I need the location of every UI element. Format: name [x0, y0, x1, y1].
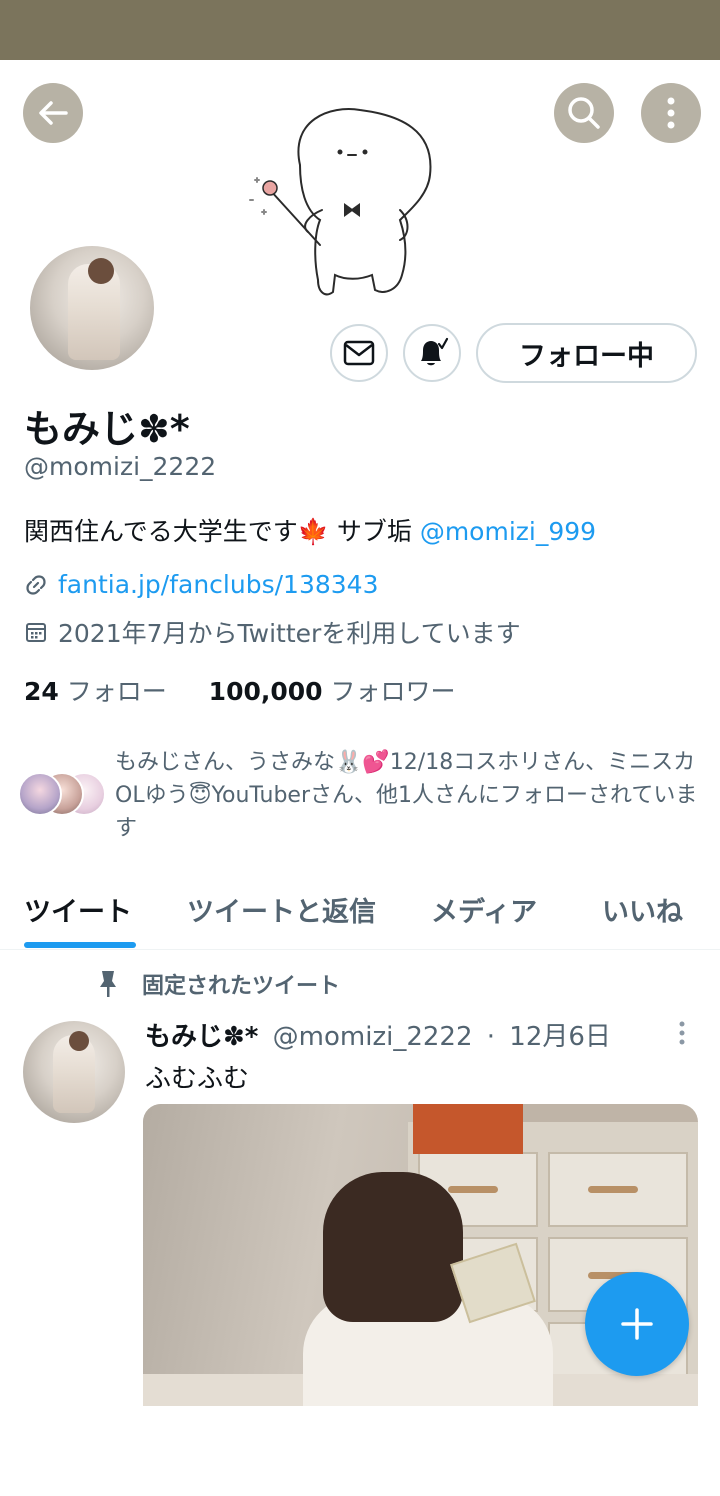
profile-bio: 関西住んでる大学生です🍁 サブ垢 @momizi_999: [24, 512, 596, 548]
compose-tweet-button[interactable]: [585, 1272, 689, 1376]
tweet-text: ふむふむ: [145, 1064, 250, 1094]
bio-sub: サブ垢: [328, 517, 420, 546]
followed-by-avatars[interactable]: [18, 772, 108, 818]
avatar-hair: [69, 1031, 89, 1051]
tweet-author-name[interactable]: もみじ✽*: [145, 1022, 258, 1052]
follow-counts: 24 フォロー 100,000 フォロワー: [24, 672, 456, 708]
followers-label: フォロワー: [330, 677, 456, 706]
photo-box: [413, 1104, 523, 1154]
profile-avatar[interactable]: [27, 243, 157, 373]
tweet-date[interactable]: 12月6日: [509, 1022, 611, 1052]
maple-leaf-emoji: 🍁: [297, 517, 329, 546]
bell-subscribed-icon: [421, 337, 449, 366]
following-count: 24: [24, 677, 59, 706]
profile-website-link[interactable]: fantia.jp/fanclubs/138343: [58, 570, 378, 599]
following-label: フォロー: [66, 677, 167, 706]
profile-handle: @momizi_2222: [24, 452, 217, 481]
tab-tweets-and-replies[interactable]: ツイートと返信: [187, 870, 376, 948]
active-tab-indicator: [24, 942, 136, 948]
message-button[interactable]: [330, 324, 388, 382]
profile-link-row: fantia.jp/fanclubs/138343: [24, 570, 378, 599]
link-icon: [26, 574, 46, 595]
profile-tabs: ツイート ツイートと返信 メディア いいね: [0, 870, 720, 950]
more-options-button[interactable]: [641, 83, 701, 143]
avatar-hair: [88, 258, 114, 284]
tweet-more-icon[interactable]: [670, 1018, 694, 1050]
tweet-author-handle[interactable]: @momizi_2222: [273, 1022, 473, 1052]
tab-tweets[interactable]: ツイート: [24, 870, 132, 948]
following-button[interactable]: フォロー中: [476, 323, 697, 383]
followers-count: 100,000: [208, 677, 323, 706]
tab-media[interactable]: メディア: [431, 870, 537, 948]
tweet-author-avatar[interactable]: [23, 1021, 125, 1123]
joined-date: 2021年7月からTwitterを利用しています: [58, 619, 521, 648]
tab-likes[interactable]: いいね: [602, 870, 683, 948]
following-link[interactable]: 24 フォロー: [24, 677, 167, 706]
pin-icon: [100, 971, 116, 997]
joined-date-row: 2021年7月からTwitterを利用しています: [24, 614, 521, 650]
bio-mention-link[interactable]: @momizi_999: [420, 517, 596, 546]
notifications-button[interactable]: [403, 324, 461, 382]
pinned-label-text: 固定されたツイート: [142, 974, 341, 999]
calendar-icon: [26, 623, 46, 642]
plus-icon: [621, 1308, 653, 1340]
search-button[interactable]: [554, 83, 614, 143]
followers-link[interactable]: 100,000 フォロワー: [209, 677, 456, 706]
mail-icon: [343, 340, 375, 366]
arrow-left-icon: [39, 101, 68, 125]
tweet-header: もみじ✽* @momizi_2222 · 12月6日: [145, 1016, 611, 1053]
display-name: もみじ✽*: [24, 407, 190, 451]
photo-person-hair: [323, 1172, 463, 1322]
pinned-tweet-label: 固定されたツイート: [96, 968, 340, 1000]
back-button[interactable]: [23, 83, 83, 143]
tweet-separator: ·: [486, 1022, 496, 1052]
avatar: [18, 772, 62, 816]
more-vertical-icon: [667, 97, 675, 129]
followed-by-text[interactable]: もみじさん、うさみな🐰💕12/18コスホリさん、ミニスカOLゆう😇YouTube…: [115, 746, 700, 845]
search-icon: [568, 97, 600, 129]
bio-text: 関西住んでる大学生です: [24, 517, 298, 546]
status-bar: [0, 0, 720, 60]
